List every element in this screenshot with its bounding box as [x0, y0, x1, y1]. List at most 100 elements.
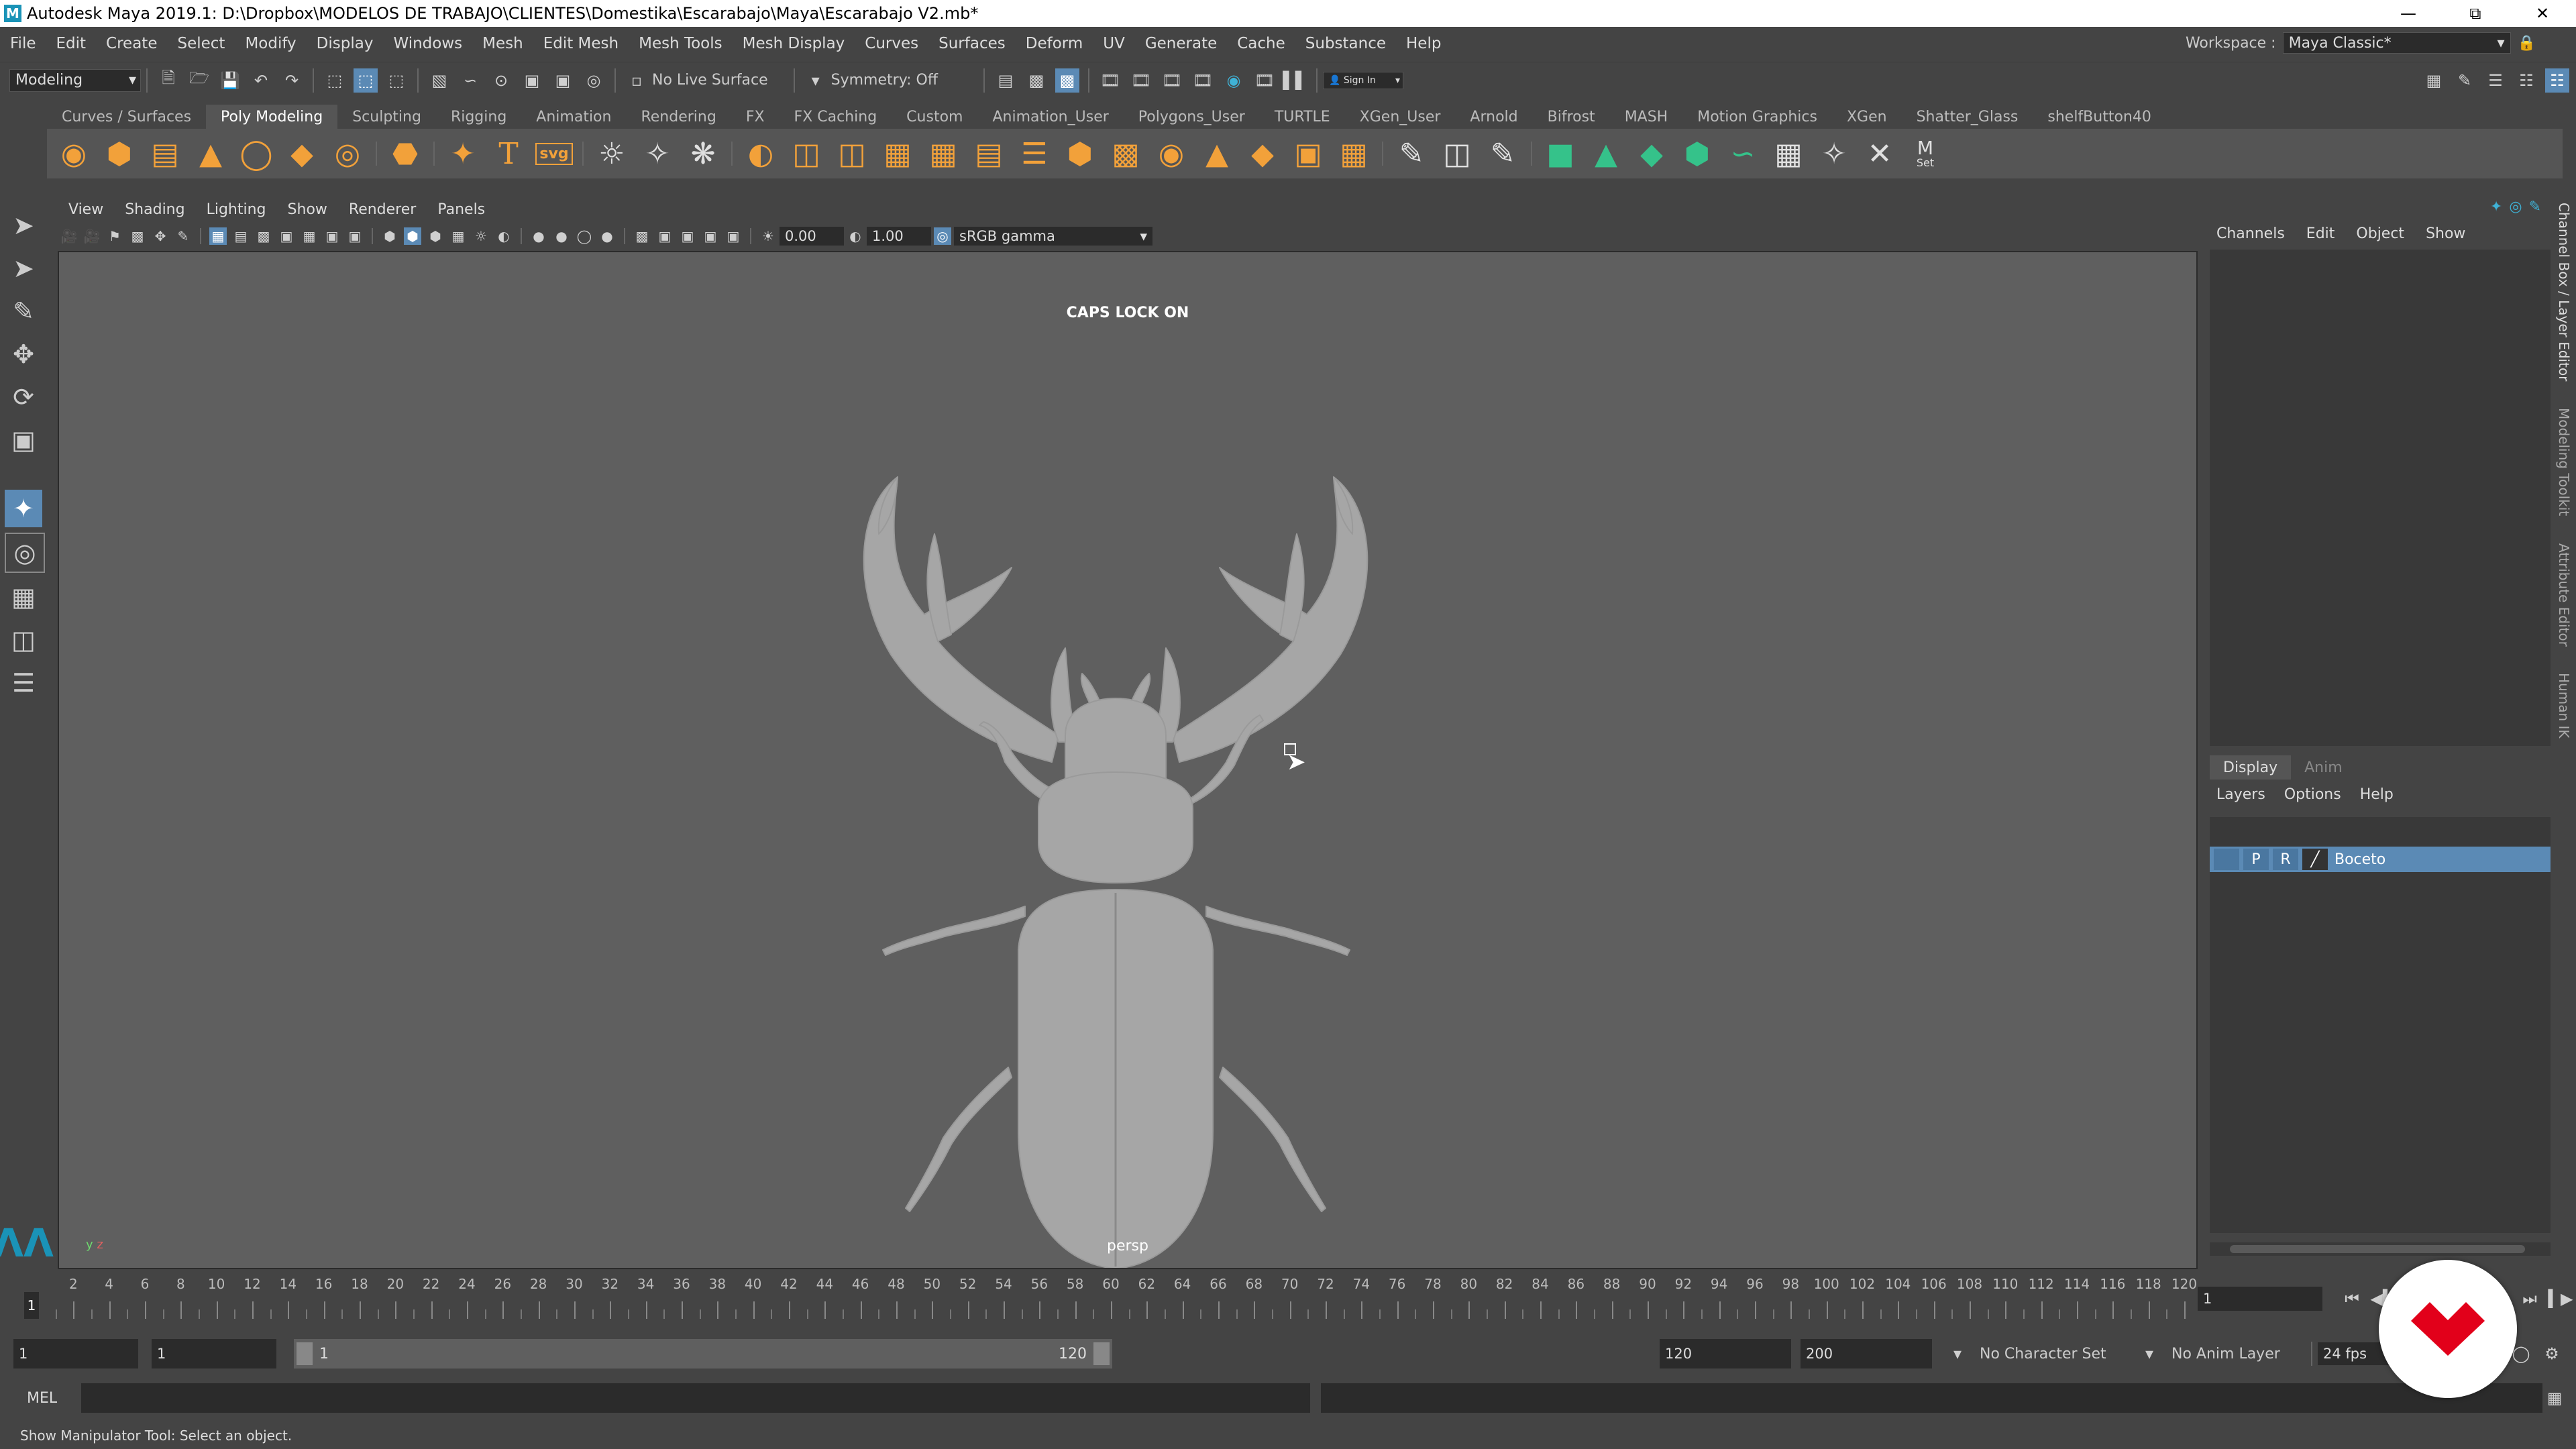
range-end-handle[interactable] — [1093, 1342, 1110, 1365]
uv-editor-icon[interactable]: ▦ — [1768, 133, 1809, 174]
shelf-tab-polygons-user[interactable]: Polygons_User — [1124, 109, 1260, 125]
arnold-pause-icon[interactable]: ▌▌ — [1283, 68, 1308, 93]
paint-select-icon[interactable]: ✎ — [5, 292, 42, 330]
lock-icon[interactable]: 🔒 — [2518, 35, 2536, 52]
snap-view-icon[interactable]: ▣ — [520, 68, 544, 93]
uv-auto-icon[interactable]: ⬢ — [1677, 133, 1717, 174]
command-input[interactable] — [81, 1383, 1310, 1413]
scale-tool-icon[interactable]: ▣ — [5, 421, 42, 459]
select-tool-icon[interactable]: ➤ — [5, 207, 42, 244]
channel-box-settings-icon[interactable]: ✦ — [2490, 199, 2502, 215]
render-settings-icon[interactable]: 🎞 — [1160, 68, 1184, 93]
object-menu[interactable]: Object — [2356, 225, 2404, 242]
chevron-down-icon[interactable]: ▾ — [1945, 1342, 1970, 1366]
quadrangulate-icon[interactable]: ▣ — [1288, 133, 1328, 174]
camera-attributes-icon[interactable]: 🎥 — [60, 227, 78, 245]
merge-icon[interactable]: ✧ — [637, 133, 678, 174]
menu-file[interactable]: File — [0, 35, 46, 52]
select-component-icon[interactable]: ⬚ — [384, 68, 409, 93]
shelf-tab-fx[interactable]: FX — [731, 109, 780, 125]
new-scene-icon[interactable]: 🗎 — [156, 68, 180, 93]
motion-blur-icon[interactable]: ● — [553, 227, 570, 245]
outliner-layout-icon[interactable]: ☰ — [5, 664, 42, 702]
shelf-tab-shelfbutton40[interactable]: shelfButton40 — [2033, 109, 2165, 125]
anti-aliasing-icon[interactable]: ◯ — [576, 227, 593, 245]
screen-space-ao-icon[interactable]: ● — [530, 227, 547, 245]
field-chart-icon[interactable]: ▦ — [301, 227, 318, 245]
smooth-shade-icon[interactable]: ⬢ — [404, 227, 421, 245]
color-space-dropdown[interactable]: sRGB gamma ▾ — [954, 227, 1152, 246]
go-to-end-icon[interactable]: ⏭ — [2518, 1287, 2542, 1311]
arnold-render-icon[interactable]: ◉ — [1222, 68, 1246, 93]
poly-disc-icon[interactable]: ◎ — [327, 133, 368, 174]
xray-icon[interactable]: ▣ — [656, 227, 674, 245]
live-surface-label[interactable]: No Live Surface — [652, 72, 768, 89]
layer-scrollbar[interactable] — [2210, 1242, 2551, 1256]
render-frame-icon[interactable]: 🎞 — [1098, 68, 1122, 93]
svg-tool-icon[interactable]: svg — [534, 133, 574, 174]
target-weld-icon[interactable]: ✎ — [1483, 133, 1523, 174]
side-tab-attribute-editor[interactable]: Attribute Editor — [2556, 543, 2572, 647]
backface-culling-icon[interactable]: ▣ — [724, 227, 742, 245]
show-manipulator-icon[interactable]: ✦ — [5, 490, 42, 527]
uv-unfold-icon[interactable]: ∽ — [1723, 133, 1763, 174]
exposure-input[interactable]: 0.00 — [780, 227, 844, 246]
attribute-toggle-icon[interactable]: ◎ — [2509, 199, 2522, 215]
uv-planar-icon[interactable]: ■ — [1540, 133, 1580, 174]
time-slider[interactable]: 2 4 6 8 10 12 14 16 18 20 22 24 26 28 30 32 34 36 38 40 42 44… — [17, 1275, 2197, 1322]
start-time-input[interactable]: 1 — [13, 1339, 138, 1368]
layer-visibility-toggle[interactable] — [2214, 849, 2239, 870]
help-menu[interactable]: Help — [2360, 786, 2394, 803]
playback-start-input[interactable]: 1 — [152, 1339, 276, 1368]
bridge-icon[interactable]: ▤ — [969, 133, 1009, 174]
ipr-render-icon[interactable]: ▩ — [1055, 68, 1079, 93]
shelf-tab-sculpting[interactable]: Sculpting — [337, 109, 436, 125]
shelf-tab-mash[interactable]: MASH — [1610, 109, 1683, 125]
chevron-down-icon[interactable]: ▾ — [804, 68, 828, 93]
edge-loop-icon[interactable]: ◫ — [1437, 133, 1477, 174]
textured-icon[interactable]: ▦ — [449, 227, 467, 245]
construction-history-icon[interactable]: ▤ — [994, 68, 1018, 93]
append-poly-icon[interactable]: ▩ — [1106, 133, 1146, 174]
restore-icon[interactable]: ⧉ — [2442, 0, 2509, 27]
grease-pencil-icon[interactable]: ✎ — [174, 227, 192, 245]
wireframe-on-shaded-icon[interactable]: ⬢ — [427, 227, 444, 245]
reduce-icon[interactable]: ▲ — [1197, 133, 1237, 174]
shelf-tab-motion-graphics[interactable]: Motion Graphics — [1682, 109, 1832, 125]
mirror-icon[interactable]: ◫ — [832, 133, 872, 174]
undo-icon[interactable]: ↶ — [249, 68, 273, 93]
gate-mask-icon[interactable]: ▣ — [278, 227, 295, 245]
go-to-start-icon[interactable]: ⏮ — [2340, 1287, 2364, 1311]
poly-plane-icon[interactable]: ◆ — [282, 133, 322, 174]
channel-box-icon[interactable]: ☷ — [2545, 68, 2569, 93]
layer-color-swatch[interactable]: ╱ — [2302, 849, 2328, 870]
side-tab-channel-box[interactable]: Channel Box / Layer Editor — [2556, 203, 2572, 381]
shelf-tab-animation-user[interactable]: Animation_User — [977, 109, 1123, 125]
current-frame-input[interactable]: 1 — [2198, 1287, 2322, 1311]
layer-name[interactable]: Boceto — [2334, 851, 2385, 868]
viewport-menu-show[interactable]: Show — [277, 201, 338, 218]
safe-action-icon[interactable]: ▣ — [323, 227, 341, 245]
live-surface-icon[interactable]: ▫ — [625, 68, 649, 93]
gamma-input[interactable]: 1.00 — [867, 227, 931, 246]
menu-uv[interactable]: UV — [1093, 35, 1135, 52]
render-view-icon[interactable]: ▩ — [1024, 68, 1049, 93]
save-scene-icon[interactable]: 💾 — [218, 68, 242, 93]
separate-icon[interactable]: ◫ — [786, 133, 826, 174]
menu-help[interactable]: Help — [1396, 35, 1451, 52]
smooth-icon[interactable]: ❋ — [683, 133, 723, 174]
layers-menu[interactable]: Layers — [2216, 786, 2265, 803]
attribute-editor-icon[interactable]: ☰ — [2483, 68, 2508, 93]
menu-substance[interactable]: Substance — [1295, 35, 1396, 52]
shelf-tab-fx-caching[interactable]: FX Caching — [780, 109, 892, 125]
camera-lock-icon[interactable]: 🎥 — [83, 227, 101, 245]
menu-edit[interactable]: Edit — [46, 35, 97, 52]
close-icon[interactable]: ✕ — [2509, 0, 2576, 27]
film-gate-icon[interactable]: ▤ — [232, 227, 250, 245]
workspace-dropdown[interactable]: Maya Classic* ▾ — [2282, 32, 2511, 54]
beetle-model[interactable] — [59, 252, 2196, 1268]
shelf-tab-arnold[interactable]: Arnold — [1455, 109, 1532, 125]
shelf-tab-turtle[interactable]: TURTLE — [1260, 109, 1345, 125]
layer-playback-toggle[interactable]: P — [2243, 849, 2269, 870]
menu-modify[interactable]: Modify — [235, 35, 306, 52]
